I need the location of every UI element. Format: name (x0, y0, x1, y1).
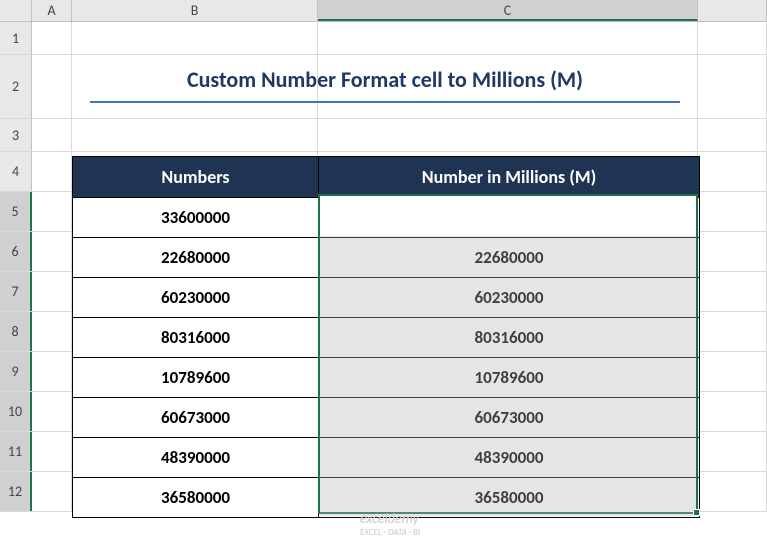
cell-millions[interactable]: 60230000 (319, 278, 699, 317)
row-header-3[interactable]: 3 (0, 119, 32, 151)
column-headers: A B C (0, 0, 767, 22)
watermark-brand: exceldemy (360, 510, 419, 527)
cell-a1[interactable] (32, 22, 72, 54)
cell-millions[interactable]: 22680000 (319, 238, 699, 277)
cell-numbers[interactable]: 36580000 (73, 478, 319, 517)
cell-numbers[interactable]: 60230000 (73, 278, 319, 317)
cell-numbers[interactable]: 48390000 (73, 438, 319, 477)
table-row: 6023000060230000 (73, 277, 699, 317)
table-row: 4839000048390000 (73, 437, 699, 477)
table-row: 2268000022680000 (73, 237, 699, 277)
cell-numbers[interactable]: 10789600 (73, 358, 319, 397)
table-row: 6067300060673000 (73, 397, 699, 437)
table-header-row: Numbers Number in Millions (M) (73, 157, 699, 197)
row-header-9[interactable]: 9 (0, 352, 32, 391)
table-row: 3360000033600000 (73, 197, 699, 237)
header-millions[interactable]: Number in Millions (M) (319, 157, 699, 197)
row-header-6[interactable]: 6 (0, 232, 32, 271)
column-header-c[interactable]: C (318, 0, 698, 21)
cell-numbers[interactable]: 22680000 (73, 238, 319, 277)
cell-millions[interactable]: 33600000 (319, 198, 699, 237)
column-header-d[interactable] (698, 0, 767, 21)
spreadsheet-view: A B C 1 2 3 4 5 6 7 8 9 10 11 12 Custom … (0, 0, 767, 550)
table-row: 8031600080316000 (73, 317, 699, 357)
watermark: exceldemy EXCEL · DATA · BI (360, 510, 420, 538)
row-header-5[interactable]: 5 (0, 192, 32, 231)
row-header-12[interactable]: 12 (0, 472, 32, 511)
cell-millions[interactable]: 80316000 (319, 318, 699, 357)
row-header-10[interactable]: 10 (0, 392, 32, 431)
cell-c1[interactable] (318, 22, 698, 54)
cell-numbers[interactable]: 33600000 (73, 198, 319, 237)
row-header-1[interactable]: 1 (0, 22, 32, 54)
row-header-2[interactable]: 2 (0, 55, 32, 118)
header-numbers[interactable]: Numbers (73, 157, 319, 197)
cell-millions[interactable]: 48390000 (319, 438, 699, 477)
column-header-a[interactable]: A (32, 0, 72, 21)
row-header-4[interactable]: 4 (0, 152, 32, 191)
cell-b1[interactable] (72, 22, 318, 54)
title-underline (90, 101, 680, 103)
row-header-7[interactable]: 7 (0, 272, 32, 311)
cell-numbers[interactable]: 80316000 (73, 318, 319, 357)
row-header-8[interactable]: 8 (0, 312, 32, 351)
cell-millions[interactable]: 10789600 (319, 358, 699, 397)
title-area: Custom Number Format cell to Millions (M… (90, 66, 680, 103)
cell-millions[interactable]: 60673000 (319, 398, 699, 437)
page-title: Custom Number Format cell to Millions (M… (90, 66, 680, 93)
table-row: 1078960010789600 (73, 357, 699, 397)
watermark-tag: EXCEL · DATA · BI (360, 527, 420, 538)
select-all-corner[interactable] (0, 0, 32, 21)
column-header-b[interactable]: B (72, 0, 318, 21)
row-header-11[interactable]: 11 (0, 432, 32, 471)
data-table: Numbers Number in Millions (M) 336000003… (72, 156, 700, 518)
cell-numbers[interactable]: 60673000 (73, 398, 319, 437)
